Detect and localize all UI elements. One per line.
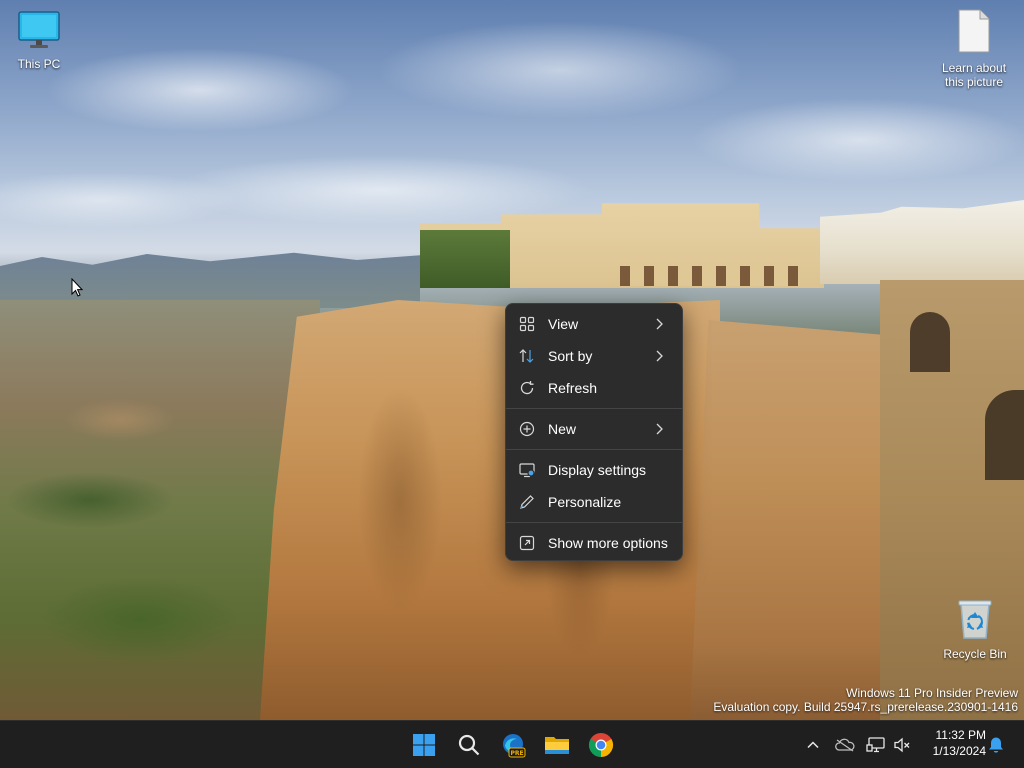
start-button[interactable] [406, 727, 442, 763]
edge-preview-icon: PRE [503, 734, 526, 758]
recycle-bin-icon [937, 598, 1013, 643]
desktop-icon-label: Recycle Bin [943, 647, 1007, 661]
menu-item-show-more-options[interactable]: Show more options [506, 527, 682, 559]
desktop-icon-this-pc[interactable]: This PC [1, 10, 77, 71]
menu-item-new[interactable]: New [506, 413, 682, 445]
mouse-pointer-icon [71, 278, 83, 297]
taskbar: PRE 11:32 PM 1/13/2024 [0, 720, 1024, 768]
menu-separator [506, 449, 682, 450]
display-settings-icon [518, 461, 536, 479]
desktop-icon-label: Learn about this picture [941, 61, 1007, 89]
volume-muted-icon [894, 737, 910, 753]
edge-pre-badge: PRE [510, 750, 523, 757]
menu-item-refresh[interactable]: Refresh [506, 372, 682, 404]
notifications-button[interactable] [986, 735, 1006, 755]
wallpaper-bridge-arch [985, 390, 1024, 480]
menu-item-sort-by[interactable]: Sort by [506, 340, 682, 372]
watermark-line: Windows 11 Pro Insider Preview [846, 686, 1018, 700]
onedrive-tray-button[interactable] [835, 735, 855, 755]
bell-icon [989, 737, 1003, 753]
wallpaper-bridge-arch [910, 312, 950, 372]
menu-item-label: Personalize [548, 494, 622, 510]
chevron-up-icon [807, 741, 819, 749]
menu-item-view[interactable]: View [506, 308, 682, 340]
chevron-right-icon [656, 423, 663, 435]
monitor-icon [1, 10, 77, 53]
desktop-icon-recycle-bin[interactable]: Recycle Bin [937, 598, 1013, 661]
sort-icon [518, 347, 536, 365]
menu-item-label: Show more options [548, 535, 668, 551]
network-tray-button[interactable] [866, 735, 886, 755]
menu-item-display-settings[interactable]: Display settings [506, 454, 682, 486]
wallpaper-ivy [420, 230, 510, 288]
folder-icon [545, 737, 569, 754]
windows-start-icon [413, 734, 435, 756]
wallpaper-arches [620, 266, 800, 286]
menu-separator [506, 408, 682, 409]
menu-item-label: Refresh [548, 380, 598, 396]
menu-item-label: Display settings [548, 462, 647, 478]
refresh-icon [518, 379, 536, 397]
show-hidden-icons-button[interactable] [803, 735, 823, 755]
desktop-icon-learn-about-picture[interactable]: Learn about this picture [936, 8, 1012, 89]
watermark-line: Evaluation copy. Build 25947.rs_prerelea… [713, 700, 1018, 714]
clock-date: 1/13/2024 [932, 744, 986, 758]
menu-item-label: View [548, 316, 579, 332]
evaluation-watermark: Windows 11 Pro Insider Preview Evaluatio… [713, 686, 1018, 714]
plus-circle-icon [518, 420, 536, 438]
search-button[interactable] [451, 727, 487, 763]
menu-item-label: New [548, 421, 577, 437]
chevron-right-icon [656, 318, 663, 330]
search-icon [458, 734, 480, 756]
chevron-right-icon [656, 350, 663, 362]
pen-icon [518, 493, 536, 511]
taskbar-app-edge-preview[interactable]: PRE [495, 727, 531, 763]
taskbar-clock[interactable]: 11:32 PM 1/13/2024 [918, 727, 986, 759]
clock-time: 11:32 PM [935, 728, 986, 742]
menu-separator [506, 522, 682, 523]
menu-item-label: Sort by [548, 348, 593, 364]
document-icon [936, 8, 1012, 57]
desktop-context-menu: View Sort by Refresh New Display setting… [505, 303, 683, 561]
grid-icon [518, 315, 536, 333]
menu-item-personalize[interactable]: Personalize [506, 486, 682, 518]
taskbar-app-file-explorer[interactable] [539, 727, 575, 763]
network-icon [866, 737, 885, 753]
volume-tray-button[interactable] [892, 735, 912, 755]
onedrive-icon [835, 738, 855, 752]
chrome-icon [588, 733, 614, 757]
desktop-icon-label: This PC [17, 57, 61, 71]
taskbar-app-chrome[interactable] [583, 727, 619, 763]
show-more-icon [518, 534, 536, 552]
